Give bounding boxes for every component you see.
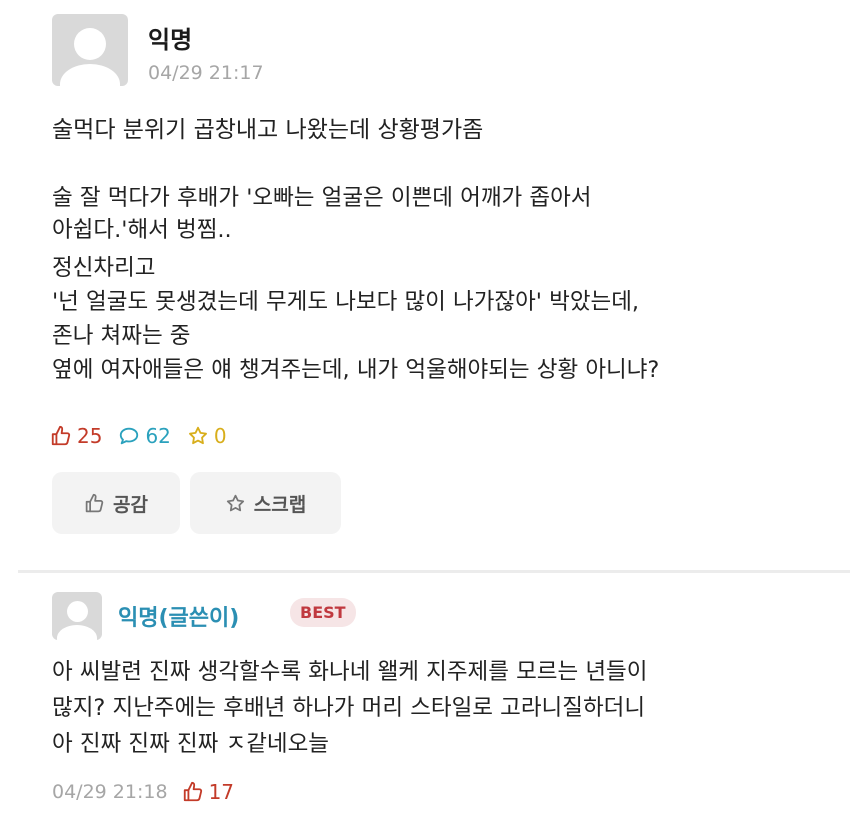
post-title: 술먹다 분위기 곱창내고 나왔는데 상황평가좀 — [52, 117, 484, 143]
post-body-line: 옆에 여자애들은 얘 챙겨주는데, 내가 억울해야되는 상황 아니냐? — [52, 357, 660, 383]
comment-body-line: 많지? 지난주에는 후배년 하나가 머리 스타일로 고라니질하더니 — [52, 695, 646, 721]
comment-count-value: 62 — [145, 424, 171, 448]
post-stats: 25 62 0 — [50, 424, 243, 448]
thumbs-up-icon — [51, 425, 71, 446]
best-badge: BEST — [290, 598, 356, 627]
post-body-line: '넌 얼굴도 못생겼는데 무게도 나보다 많이 나가잖아' 박았는데, — [52, 289, 640, 315]
post-body-line: 아쉽다.'해서 벙찜.. — [52, 217, 232, 243]
comment-like-count: 17 — [208, 780, 235, 804]
comment-author-avatar — [52, 592, 102, 640]
comment-timestamp: 04/29 21:18 — [52, 781, 168, 803]
comment-count: 62 — [118, 424, 171, 448]
star-icon — [188, 426, 207, 445]
like-button-label: 공감 — [113, 493, 148, 516]
comment-body-line: 아 진짜 진짜 진짜 ㅈ같네오늘 — [52, 731, 330, 757]
thumbs-up-icon — [85, 493, 104, 512]
speech-bubble-icon — [120, 427, 139, 445]
scrap-button[interactable]: 스크랩 — [190, 472, 341, 534]
scrap-count-value: 0 — [213, 424, 227, 448]
section-divider — [18, 570, 850, 573]
post-author-avatar — [52, 14, 128, 86]
scrap-count: 0 — [187, 424, 227, 448]
like-count-value: 25 — [77, 424, 103, 448]
star-icon — [226, 494, 244, 511]
post-author-name: 익명 — [148, 26, 193, 54]
comment-author-name[interactable]: 익명(글쓴이) — [118, 600, 239, 632]
like-count: 25 — [50, 424, 102, 448]
comment-like[interactable]: 17 — [182, 780, 234, 804]
scrap-button-label: 스크랩 — [253, 493, 307, 516]
like-button[interactable]: 공감 — [52, 472, 180, 534]
thumbs-up-icon — [183, 781, 202, 802]
comment-body-line: 아 씨발련 진짜 생각할수록 화나네 왤케 지주제를 모르는 년들이 — [52, 659, 648, 685]
post-body-line: 존나 쳐짜는 중 — [52, 323, 191, 349]
post-timestamp: 04/29 21:17 — [148, 62, 264, 84]
comment-meta: 04/29 21:18 17 — [52, 780, 234, 804]
post-body-line: 정신차리고 — [52, 255, 156, 281]
post-body-line: 술 잘 먹다가 후배가 '오빠는 얼굴은 이쁜데 어깨가 좁아서 — [52, 185, 592, 211]
